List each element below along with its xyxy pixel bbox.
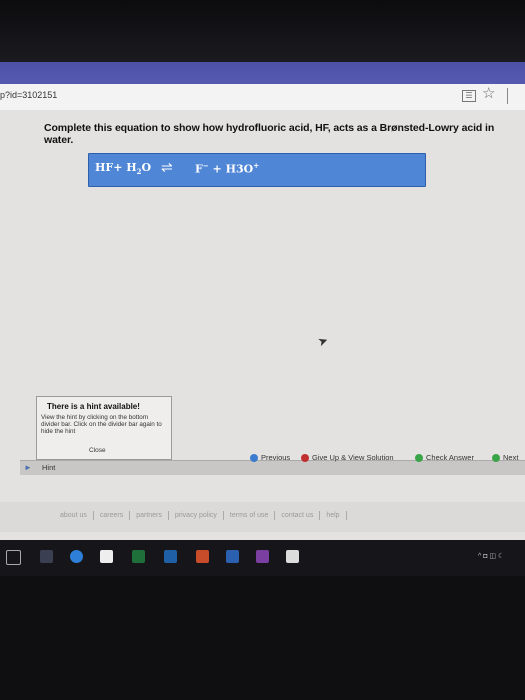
footer-link-help[interactable]: help xyxy=(320,511,347,520)
excel-icon[interactable] xyxy=(132,550,145,563)
check-icon xyxy=(415,453,423,462)
monitor-bezel-bottom xyxy=(0,576,525,700)
edge-icon[interactable] xyxy=(70,550,83,563)
reader-view-icon[interactable]: ☰ xyxy=(462,90,476,102)
footer-link-terms[interactable]: terms of use xyxy=(224,511,276,520)
amazon-icon[interactable] xyxy=(100,550,113,563)
give-up-button[interactable]: Give Up & View Solution xyxy=(301,453,394,462)
taskbar: ^ ◘ ◫ ☾ xyxy=(0,540,525,576)
previous-icon xyxy=(250,453,258,462)
footer-link-contact[interactable]: contact us xyxy=(275,511,321,520)
onenote-icon[interactable] xyxy=(256,550,269,563)
equilibrium-arrow-icon: ⇌ xyxy=(161,159,173,175)
task-view-icon[interactable] xyxy=(6,550,21,565)
equation-right[interactable]: F− + H3O+ xyxy=(195,161,259,176)
outlook-icon[interactable] xyxy=(164,550,177,563)
hint-title: There is a hint available! xyxy=(47,402,140,411)
word-icon[interactable] xyxy=(226,550,239,563)
give-up-icon xyxy=(301,453,309,462)
equation-left: HF+ H2O xyxy=(95,161,152,177)
footer-link-careers[interactable]: careers xyxy=(94,511,131,520)
bookmark-star-icon[interactable]: ☆ xyxy=(482,86,495,102)
app-icon[interactable] xyxy=(40,550,53,563)
address-bar[interactable]: p?id=3102151 ☰ ☆ xyxy=(0,84,525,111)
hint-popup: There is a hint available! View the hint… xyxy=(36,396,172,460)
hint-close-button[interactable]: Close xyxy=(89,447,106,454)
footer-links: about us careers partners privacy policy ter… xyxy=(54,511,347,520)
page-footer: about us careers partners privacy policy ter… xyxy=(0,502,525,532)
screen: p?id=3102151 ☰ ☆ Complete this equation … xyxy=(0,62,525,576)
mouse-cursor-icon: ➤ xyxy=(315,332,331,350)
monitor-bezel-top xyxy=(0,0,525,62)
store-icon[interactable] xyxy=(286,550,299,563)
powerpoint-icon[interactable] xyxy=(196,550,209,563)
equation-answer-box[interactable]: HF+ H2O ⇌ F− + H3O+ xyxy=(88,153,426,187)
hint-divider-bar[interactable]: ► Hint xyxy=(20,460,525,475)
footer-link-about[interactable]: about us xyxy=(54,511,94,520)
problem-page: Complete this equation to show how hydro… xyxy=(0,110,525,576)
footer-link-privacy[interactable]: privacy policy xyxy=(169,511,224,520)
previous-button[interactable]: Previous xyxy=(250,453,290,462)
expand-arrow-icon[interactable]: ► xyxy=(24,463,32,472)
hint-bar-label: Hint xyxy=(42,463,56,472)
next-icon xyxy=(492,453,500,462)
url-text[interactable]: p?id=3102151 xyxy=(0,90,57,100)
next-button[interactable]: Next xyxy=(492,453,518,462)
toolbar-divider xyxy=(507,88,508,104)
footer-link-partners[interactable]: partners xyxy=(130,511,169,520)
question-prompt: Complete this equation to show how hydro… xyxy=(44,122,495,146)
system-tray[interactable]: ^ ◘ ◫ ☾ xyxy=(478,552,504,560)
hint-text: View the hint by clicking on the bottom … xyxy=(41,414,162,435)
check-answer-button[interactable]: Check Answer xyxy=(415,453,474,462)
